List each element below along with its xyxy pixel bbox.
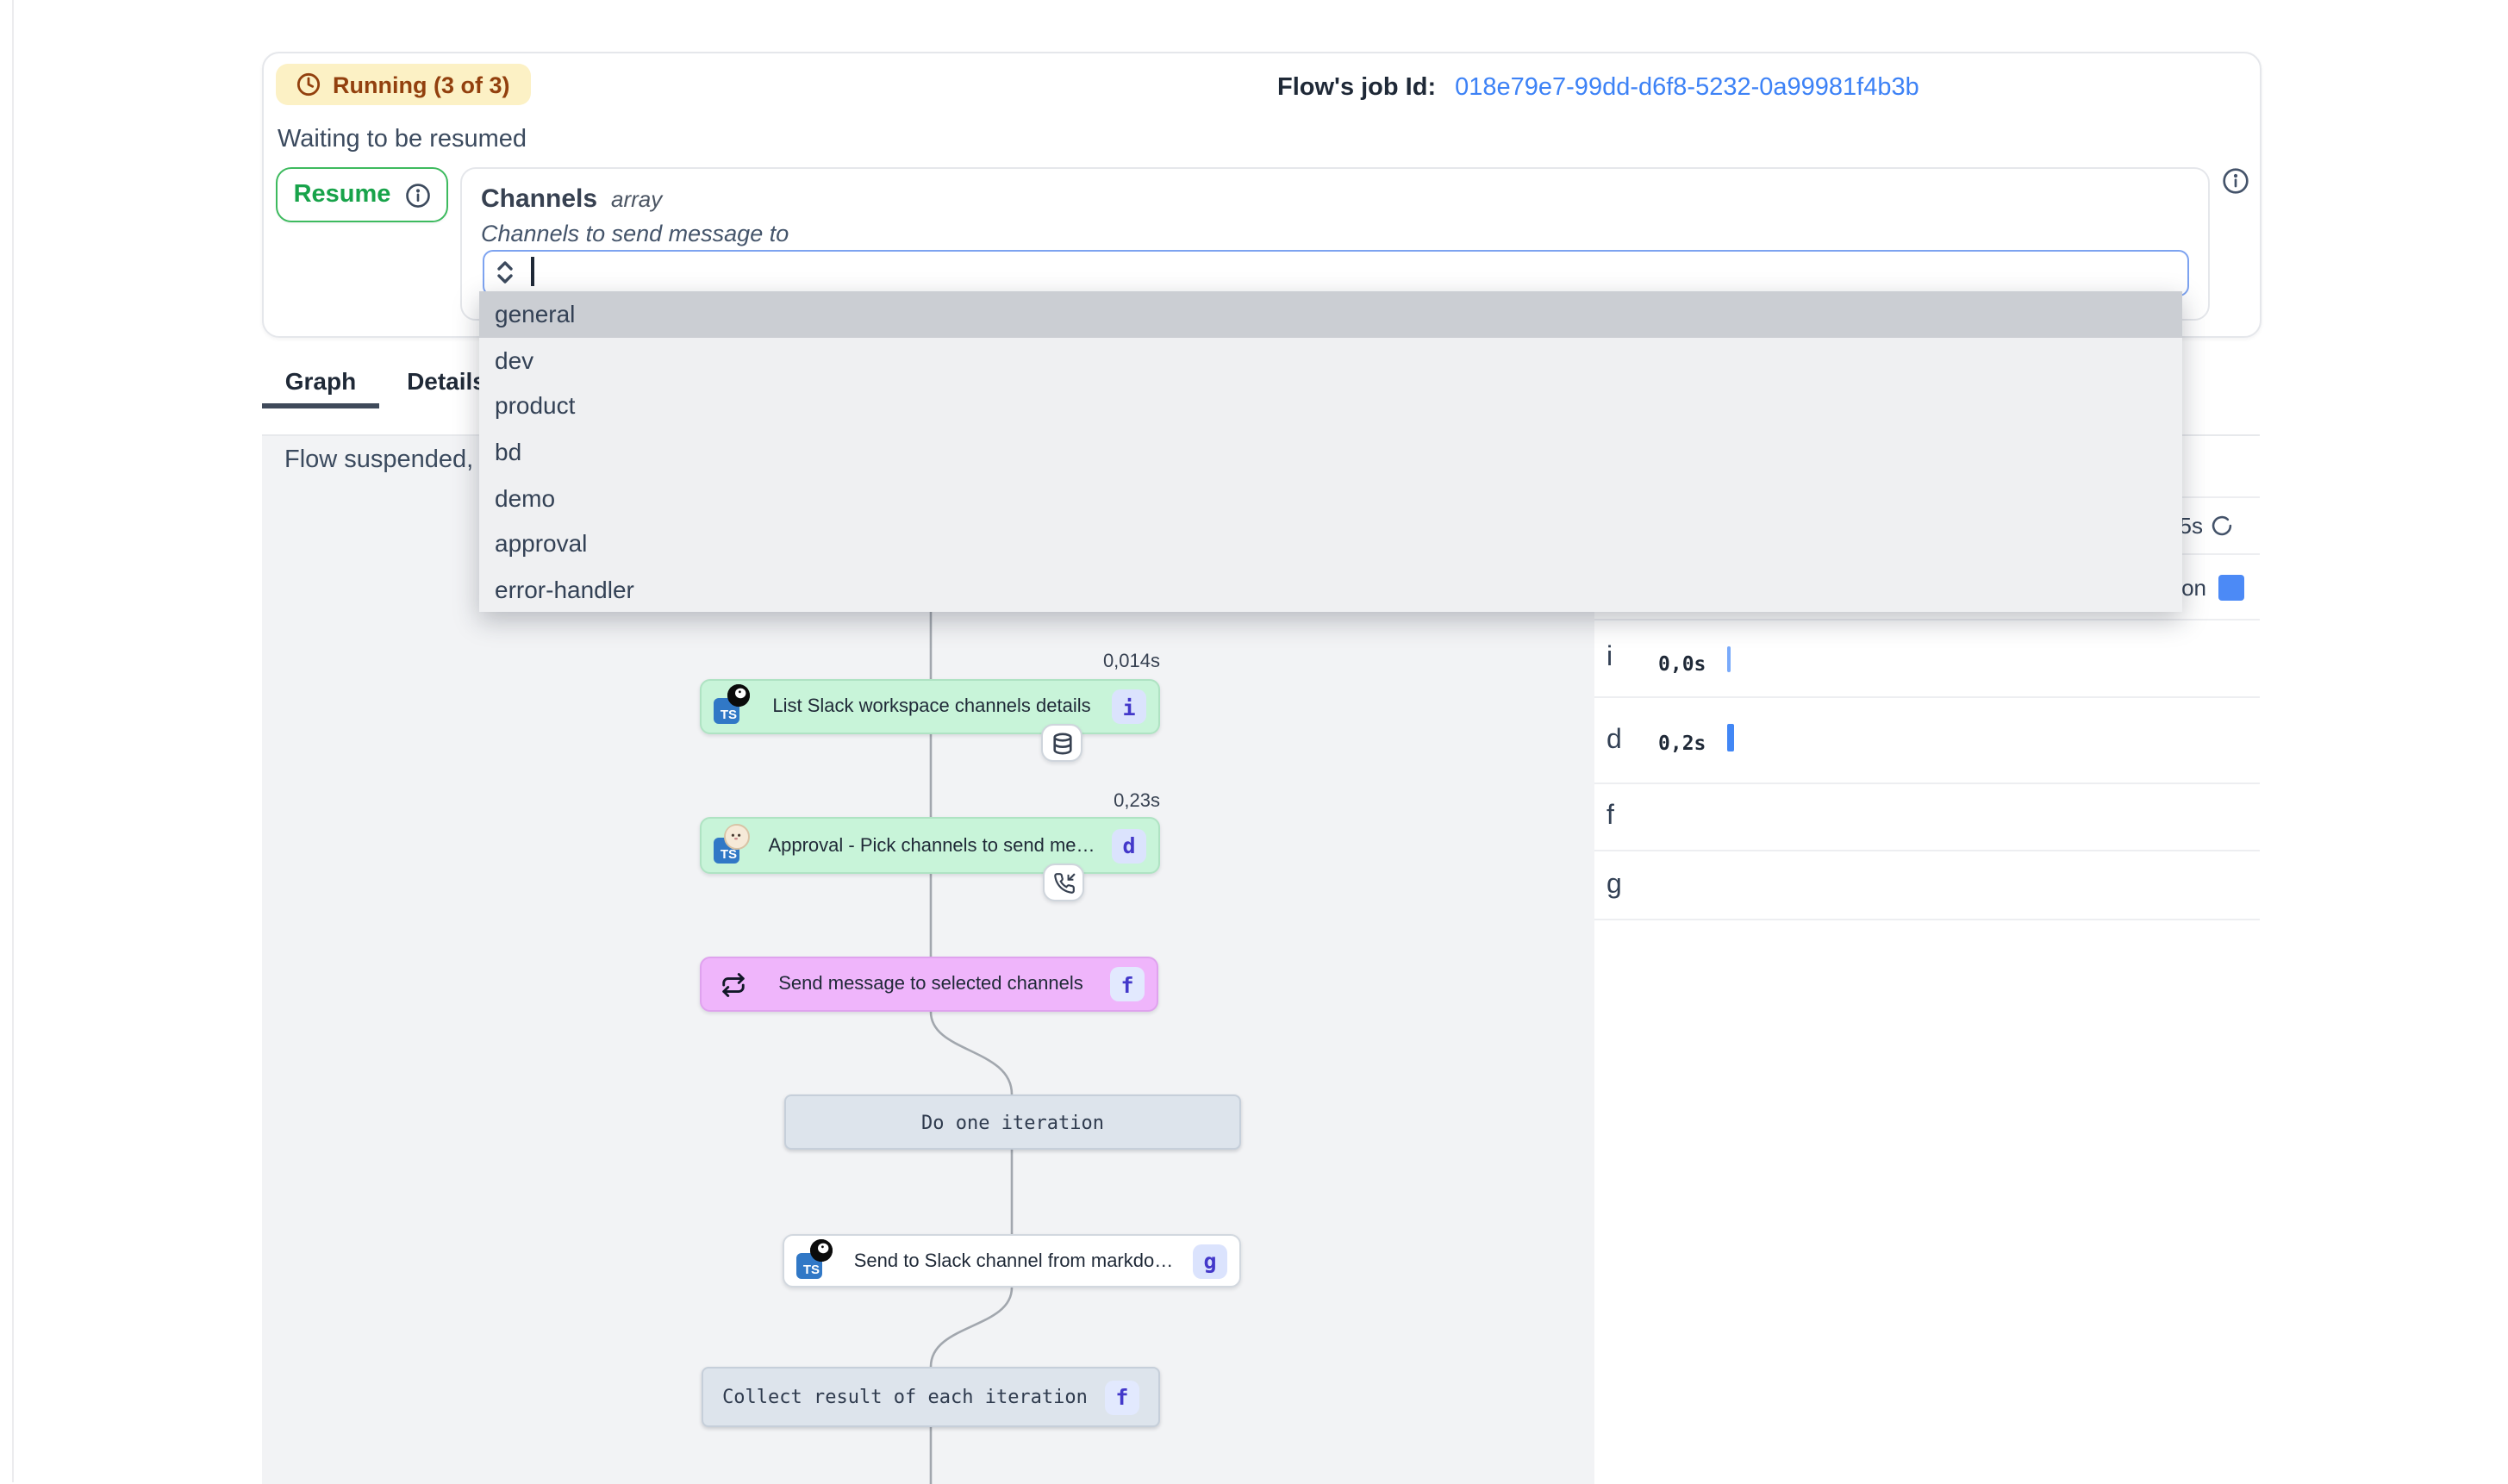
dropdown-option[interactable]: approval bbox=[479, 521, 2182, 566]
flow-node-do-one-iteration[interactable]: Do one iteration bbox=[784, 1094, 1241, 1150]
waiting-text: Waiting to be resumed bbox=[278, 126, 527, 153]
channels-dropdown: general dev product bd demo approval err… bbox=[479, 291, 2182, 612]
text-cursor bbox=[531, 257, 533, 286]
selector-chevrons-icon[interactable] bbox=[493, 259, 517, 286]
typescript-bun-icon: TS bbox=[714, 828, 752, 863]
node-label: Send to Slack channel from markdo… bbox=[843, 1250, 1184, 1271]
flow-node-forloop[interactable]: Send message to selected channels f bbox=[700, 957, 1158, 1012]
node-suspend-button[interactable] bbox=[1043, 864, 1084, 901]
status-badge-label: Running (3 of 3) bbox=[333, 72, 509, 97]
active-tab-underline bbox=[262, 403, 379, 408]
refresh-icon[interactable] bbox=[2210, 514, 2234, 538]
flow-node-approval[interactable]: TS Approval - Pick channels to send me… … bbox=[700, 817, 1160, 874]
typescript-deno-icon: TS bbox=[714, 689, 752, 724]
node-id-badge: f bbox=[1110, 967, 1145, 1001]
node-duration: 0,23s bbox=[700, 791, 1160, 812]
timeline-row-f[interactable]: f bbox=[1594, 784, 2260, 851]
node-id-badge: f bbox=[1105, 1380, 1139, 1414]
step-id: i bbox=[1606, 643, 1613, 674]
legend-execution-swatch bbox=[2218, 574, 2244, 600]
step-duration: 0,2s bbox=[1658, 731, 1706, 755]
legend-label: on bbox=[2181, 574, 2206, 600]
node-label: Approval - Pick channels to send me… bbox=[760, 835, 1103, 856]
flow-node-send-to-slack[interactable]: TS Send to Slack channel from markdo… g bbox=[783, 1234, 1241, 1288]
left-edge-divider bbox=[12, 0, 14, 1482]
dropdown-option[interactable]: bd bbox=[479, 429, 2182, 475]
node-id-badge: d bbox=[1112, 828, 1146, 863]
field-name: Channels array bbox=[481, 184, 662, 214]
node-result-button[interactable] bbox=[1041, 724, 1082, 762]
field-description: Channels to send message to bbox=[481, 221, 789, 246]
dropdown-option[interactable]: demo bbox=[479, 475, 2182, 521]
node-label: Collect result of each iteration bbox=[722, 1386, 1088, 1408]
dropdown-option[interactable]: dev bbox=[479, 337, 2182, 383]
dropdown-option[interactable]: product bbox=[479, 383, 2182, 428]
flow-run-page: Running (3 of 3) Flow's job Id: 018e79e7… bbox=[0, 0, 2508, 1482]
field-name-text: Channels bbox=[481, 184, 597, 214]
timeline-row-i[interactable]: i 0,0s bbox=[1594, 620, 2260, 698]
node-label: Send message to selected channels bbox=[760, 974, 1101, 995]
status-badge: Running (3 of 3) bbox=[276, 64, 530, 105]
dropdown-option[interactable]: general bbox=[479, 291, 2182, 337]
job-id-row: Flow's job Id: 018e79e7-99dd-d6f8-5232-0… bbox=[1277, 74, 1919, 102]
step-id: d bbox=[1606, 725, 1622, 756]
execution-bar bbox=[1727, 724, 1734, 751]
node-id-badge: g bbox=[1193, 1244, 1227, 1278]
node-duration: 0,014s bbox=[700, 652, 1160, 672]
timeline-row-d[interactable]: d 0,2s bbox=[1594, 698, 2260, 784]
resume-button-label: Resume bbox=[294, 181, 391, 209]
loop-icon bbox=[714, 971, 752, 997]
job-id-link[interactable]: 018e79e7-99dd-d6f8-5232-0a99981f4b3b bbox=[1455, 74, 1919, 102]
flow-node-list-channels[interactable]: TS List Slack workspace channels details… bbox=[700, 679, 1160, 734]
dropdown-option[interactable]: error-handler bbox=[479, 566, 2182, 612]
clock-icon bbox=[296, 72, 321, 97]
job-id-label: Flow's job Id: bbox=[1277, 74, 1436, 102]
step-duration: 0,0s bbox=[1658, 652, 1706, 676]
node-id-badge: i bbox=[1112, 689, 1146, 724]
resume-button[interactable]: Resume bbox=[276, 167, 448, 222]
tab-graph[interactable]: Graph bbox=[262, 355, 379, 407]
typescript-deno-icon: TS bbox=[796, 1244, 834, 1278]
execution-bar bbox=[1727, 646, 1731, 672]
step-id: f bbox=[1606, 801, 1614, 832]
node-label: Do one iteration bbox=[921, 1111, 1104, 1133]
flow-node-collect-result[interactable]: Collect result of each iteration f bbox=[702, 1367, 1160, 1427]
info-icon[interactable] bbox=[2222, 167, 2249, 195]
refresh-countdown: 5s bbox=[2180, 513, 2203, 539]
step-id: g bbox=[1606, 870, 1622, 901]
channels-input[interactable] bbox=[483, 250, 2189, 296]
node-label: List Slack workspace channels details bbox=[760, 696, 1103, 717]
field-type: array bbox=[611, 186, 662, 212]
info-icon bbox=[404, 182, 430, 208]
timeline-row-g[interactable]: g bbox=[1594, 851, 2260, 920]
